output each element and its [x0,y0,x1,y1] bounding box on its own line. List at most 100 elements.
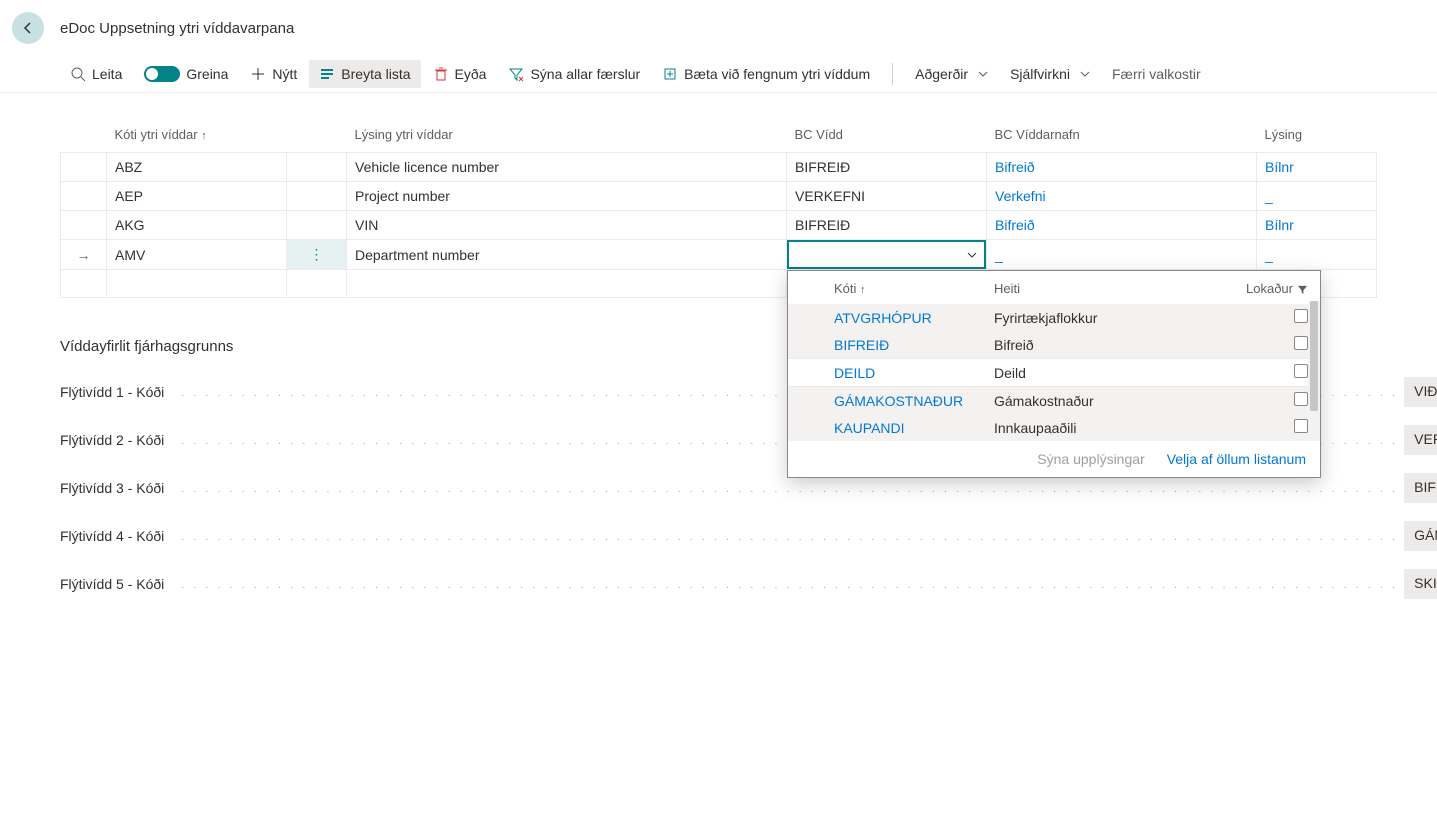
chevron-down-icon [966,249,978,261]
checkbox-icon [1294,392,1308,406]
dim-label: Flýtivídd 5 - Kóði [60,576,175,592]
dim-value[interactable]: GÁMAKOSTNAÐUR [1404,521,1437,551]
page-title: eDoc Uppsetning ytri víddavarpana [60,20,294,37]
dd-option[interactable]: BIFREIÐ Bifreið [788,331,1320,358]
table-row[interactable]: → AMV ⋮ Department number Kóti ↑ Heiti L… [61,240,1377,270]
cell-bcvidd[interactable]: VERKEFNI [787,182,987,211]
bcvidd-lookup-input[interactable]: Kóti ↑ Heiti Lokaður ATVGRHÓPUR Fyrirtæk… [787,240,986,269]
dim-field: Flýtivídd 5 - Kóði · · · · · · · · · · ·… [60,569,1437,599]
plus-icon [250,66,266,82]
scrollbar-thumb[interactable] [1310,301,1318,411]
cell-lysing[interactable]: Bílnr [1257,211,1377,240]
table-row[interactable]: ABZ Vehicle licence number BIFREIÐ Bifre… [61,153,1377,182]
dd-th-lock[interactable]: Lokaður [1228,281,1308,296]
search-icon [70,66,86,82]
cell-code[interactable]: ABZ [107,153,287,182]
th-lysing[interactable]: Lýsing [1257,117,1377,153]
dots: · · · · · · · · · · · · · · · · · · · · … [175,582,1404,593]
automate-label: Sjálfvirkni [1010,66,1070,82]
bcvidd-dropdown: Kóti ↑ Heiti Lokaður ATVGRHÓPUR Fyrirtæk… [787,270,1321,478]
dim-label: Flýtivídd 3 - Kóði [60,480,175,496]
dots: · · · · · · · · · · · · · · · · · · · · … [175,534,1404,545]
trash-icon [433,66,449,82]
row-indicator-icon: → [61,240,107,270]
cell-desc[interactable]: VIN [347,211,787,240]
dim-value[interactable]: VIÐSKMHÓPUR [1404,377,1437,407]
cell-code[interactable]: AEP [107,182,287,211]
show-all-button[interactable]: Sýna allar færslur [498,60,650,88]
th-bcname[interactable]: BC Víddarnafn [987,117,1257,153]
cell-desc[interactable]: Project number [347,182,787,211]
actions-label: Aðgerðir [915,66,968,82]
cell-code[interactable]: AKG [107,211,287,240]
dd-show-details: Sýna upplýsingar [1037,451,1144,467]
divider [892,63,893,85]
scrollbar[interactable] [1308,301,1320,441]
search-button[interactable]: Leita [60,60,132,88]
edit-list-icon [319,66,335,82]
th-desc[interactable]: Lýsing ytri víddar [347,117,787,153]
cell-bcname[interactable]: _ [987,240,1257,270]
cell-bcname[interactable]: Bifreið [987,211,1257,240]
table-row[interactable]: AEP Project number VERKEFNI Verkefni _ [61,182,1377,211]
dd-option[interactable]: GÁMAKOSTNAÐUR Gámakostnaður [788,387,1320,414]
cell-bcvidd[interactable]: BIFREIÐ [787,211,987,240]
dd-option[interactable]: KAUPANDI Innkaupaaðili [788,414,1320,441]
toggle-switch-icon [144,66,180,82]
filter-clear-icon [508,66,524,82]
table-row[interactable]: AKG VIN BIFREIÐ Bifreið Bílnr [61,211,1377,240]
edit-list-label: Breyta lista [341,66,410,82]
dim-value[interactable]: BIFREIÐ [1404,473,1437,503]
row-actions-button[interactable]: ⋮ [287,240,347,270]
cell-lysing[interactable]: Bílnr [1257,153,1377,182]
checkbox-icon [1294,364,1308,378]
dimension-mapping-table: Kóti ytri víddar ↑ Lýsing ytri víddar BC… [60,117,1377,298]
delete-label: Eyða [455,66,487,82]
dots: · · · · · · · · · · · · · · · · · · · · … [175,486,1404,497]
dim-value[interactable]: SKIP [1404,569,1437,599]
dd-th-name[interactable]: Heiti [994,281,1228,296]
cell-desc[interactable]: Vehicle licence number [347,153,787,182]
toolbar: Leita Greina Nýtt Breyta lista Eyða Sýna… [0,56,1437,93]
th-bcvidd[interactable]: BC Vídd [787,117,987,153]
add-ext-dim-button[interactable]: Bæta við fengnum ytri víddum [652,60,880,88]
chevron-down-icon [1080,66,1090,82]
dd-select-from-list[interactable]: Velja af öllum listanum [1167,451,1306,467]
sort-asc-icon: ↑ [201,130,207,142]
dim-label: Flýtivídd 1 - Kóði [60,384,175,400]
cell-desc[interactable]: Department number [347,240,787,270]
checkbox-icon [1294,419,1308,433]
cell-lysing[interactable]: _ [1257,240,1377,270]
analyze-label: Greina [186,66,228,82]
arrow-left-icon [20,20,36,36]
search-label: Leita [92,66,122,82]
cell-bcvidd[interactable]: BIFREIÐ [787,153,987,182]
fewer-label: Færri valkostir [1112,66,1201,82]
th-code[interactable]: Kóti ytri víddar ↑ [107,117,287,153]
analyze-toggle[interactable]: Greina [134,60,238,88]
dim-label: Flýtivídd 4 - Kóði [60,528,175,544]
add-dim-icon [662,66,678,82]
cell-bcname[interactable]: Verkefni [987,182,1257,211]
cell-bcvidd-active[interactable]: Kóti ↑ Heiti Lokaður ATVGRHÓPUR Fyrirtæk… [787,240,987,270]
actions-menu[interactable]: Aðgerðir [905,60,998,88]
dd-option[interactable]: ATVGRHÓPUR Fyrirtækjaflokkur [788,304,1320,331]
cell-bcname[interactable]: Bifreið [987,153,1257,182]
dd-option[interactable]: DEILD Deild [788,358,1320,387]
checkbox-icon [1294,309,1308,323]
dim-value[interactable]: VERKEFNI [1404,425,1437,455]
edit-list-button[interactable]: Breyta lista [309,60,420,88]
dd-th-code[interactable]: Kóti ↑ [834,281,994,296]
cell-lysing[interactable]: _ [1257,182,1377,211]
automate-menu[interactable]: Sjálfvirkni [1000,60,1100,88]
filter-icon [1293,281,1308,296]
checkbox-icon [1294,336,1308,350]
cell-code[interactable]: AMV [107,240,287,270]
back-button[interactable] [12,12,44,44]
fewer-options-link[interactable]: Færri valkostir [1102,60,1211,88]
new-label: Nýtt [272,66,297,82]
new-button[interactable]: Nýtt [240,60,307,88]
chevron-down-icon [978,66,988,82]
dim-field: Flýtivídd 4 - Kóði · · · · · · · · · · ·… [60,521,1437,551]
delete-button[interactable]: Eyða [423,60,497,88]
